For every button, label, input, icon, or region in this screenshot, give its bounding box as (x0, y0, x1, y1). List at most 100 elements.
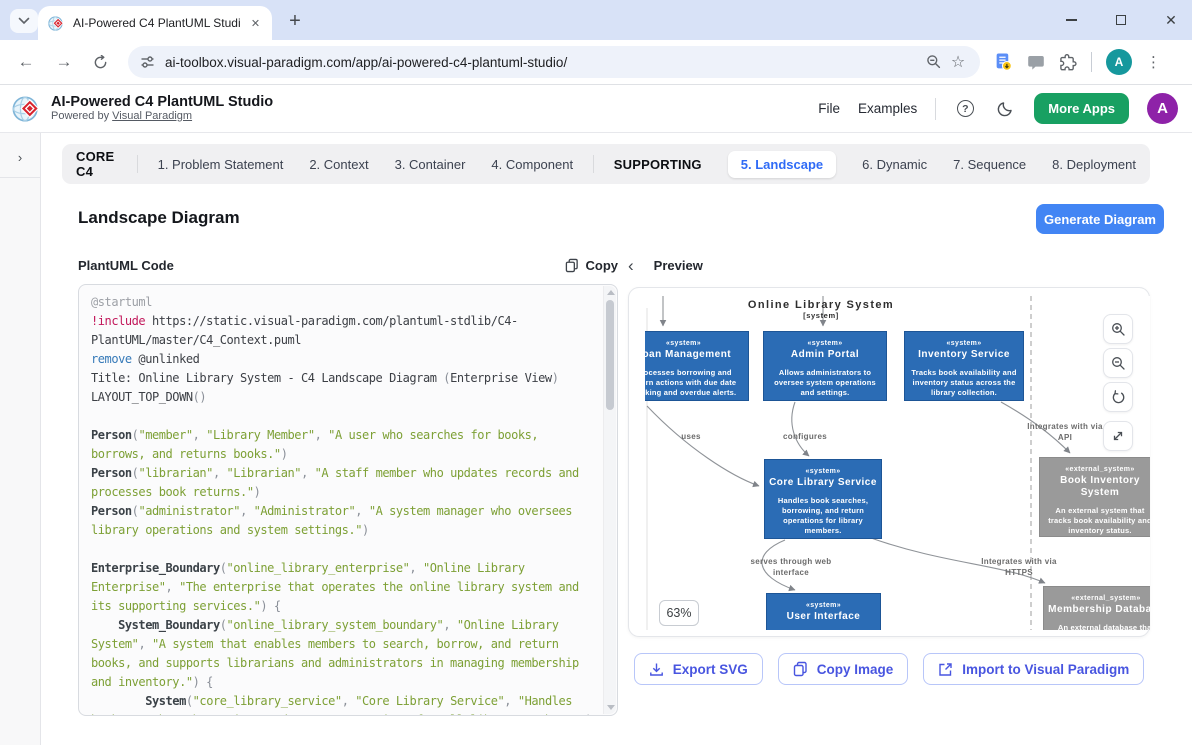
menu-file[interactable]: File (818, 101, 840, 116)
diagram-node[interactable]: «external_system»Book Inventory SystemAn… (1039, 457, 1150, 537)
code-line[interactable]: System_Boundary("online_library_system_b… (91, 616, 603, 635)
copy-icon (793, 661, 808, 677)
code-line[interactable]: Enterprise", "The enterprise that operat… (91, 578, 603, 597)
code-line[interactable]: Person("member", "Library Member", "A us… (91, 426, 603, 445)
browser-profile-avatar[interactable]: A (1106, 49, 1132, 75)
fullscreen-button[interactable] (1103, 421, 1133, 451)
help-icon: ? (957, 100, 974, 117)
diagram-viewport[interactable]: Online Library System [system] «system»L… (645, 296, 1150, 630)
extensions-puzzle-icon[interactable] (1059, 53, 1077, 71)
copy-image-button[interactable]: Copy Image (778, 653, 909, 685)
diagram-node[interactable]: «system»Loan ManagementProcesses borrowi… (645, 331, 749, 401)
window-close-button[interactable]: ✕ (1158, 7, 1184, 33)
code-line[interactable]: and inventory.") { (91, 673, 603, 692)
diagram-node[interactable]: «system»User InterfaceProvides web and m… (766, 593, 881, 630)
tab-sequence[interactable]: 7. Sequence (953, 157, 1026, 172)
browser-titlebar: AI-Powered C4 PlantUML Studi ✕ + ✕ (0, 0, 1192, 40)
menu-examples[interactable]: Examples (858, 101, 917, 116)
editor-scrollbar[interactable] (603, 286, 616, 714)
code-line[interactable]: !include https://static.visual-paradigm.… (91, 312, 603, 331)
back-button[interactable]: ← (12, 48, 40, 76)
code-line[interactable]: its supporting services.") { (91, 597, 603, 616)
site-settings-icon[interactable] (140, 55, 155, 69)
visual-paradigm-link[interactable]: Visual Paradigm (112, 110, 192, 122)
code-line[interactable]: borrows, and returns books.") (91, 445, 603, 464)
code-line[interactable]: processes book returns.") (91, 483, 603, 502)
preview-title: Preview (654, 258, 703, 273)
tab-container[interactable]: 3. Container (395, 157, 466, 172)
left-rail: › (0, 133, 41, 745)
diagram-node[interactable]: «system»Core Library ServiceHandles book… (764, 459, 882, 539)
import-to-vp-button[interactable]: Import to Visual Paradigm (923, 653, 1144, 685)
tab-search-button[interactable] (10, 9, 38, 33)
export-svg-button[interactable]: Export SVG (634, 653, 763, 685)
scrollbar-thumb[interactable] (606, 300, 614, 410)
section-tabbar: CORE C4 1. Problem Statement 2. Context … (62, 144, 1150, 184)
dark-mode-button[interactable] (994, 98, 1016, 120)
code-line[interactable]: PlantUML/master/C4_Context.puml (91, 331, 603, 350)
code-line[interactable]: Title: Online Library System - C4 Landsc… (91, 369, 603, 388)
expand-sidebar-button[interactable]: › (8, 145, 32, 169)
chevron-down-icon (18, 17, 30, 25)
code-line[interactable]: System", "A system that enables members … (91, 635, 603, 654)
tab-dynamic[interactable]: 6. Dynamic (862, 157, 927, 172)
code-line[interactable] (91, 407, 603, 426)
code-line[interactable]: library operations and system settings."… (91, 521, 603, 540)
preview-actions: Export SVG Copy Image Import to Visual P… (628, 653, 1150, 685)
scroll-down-arrow[interactable] (607, 705, 615, 710)
diagram-node[interactable]: «system»Inventory ServiceTracks book ava… (904, 331, 1024, 401)
generate-diagram-button[interactable]: Generate Diagram (1036, 204, 1164, 234)
collapse-preview-icon[interactable]: ‹ (628, 257, 634, 274)
reload-button[interactable] (86, 48, 114, 76)
url-bar[interactable]: ai-toolbox.visual-paradigm.com/app/ai-po… (128, 46, 980, 78)
forward-button[interactable]: → (50, 48, 78, 76)
zoom-out-page-icon[interactable] (922, 50, 946, 74)
code-line[interactable]: Person("librarian", "Librarian", "A staf… (91, 464, 603, 483)
url-text[interactable]: ai-toolbox.visual-paradigm.com/app/ai-po… (165, 55, 922, 70)
code-content[interactable]: @startuml!include https://static.visual-… (79, 285, 603, 715)
code-line[interactable]: books, and supports librarians and admin… (91, 654, 603, 673)
window-minimize-button[interactable] (1058, 7, 1084, 33)
more-apps-button[interactable]: More Apps (1034, 93, 1129, 124)
tab-problem-statement[interactable]: 1. Problem Statement (158, 157, 284, 172)
browser-tab[interactable]: AI-Powered C4 PlantUML Studi ✕ (38, 6, 272, 40)
code-line[interactable]: Enterprise_Boundary("online_library_ente… (91, 559, 603, 578)
copy-code-button[interactable]: Copy (565, 258, 619, 273)
diagram-node[interactable]: «external_system»Membership DatabaseAn e… (1043, 586, 1150, 630)
zoom-in-button[interactable] (1103, 314, 1133, 344)
edge-label: uses (681, 432, 700, 443)
copy-icon (565, 258, 579, 273)
zoom-out-button[interactable] (1103, 348, 1133, 378)
tab-close-icon[interactable]: ✕ (247, 15, 264, 32)
diagram-boundary-title: Online Library System [system] (748, 299, 894, 320)
user-avatar[interactable]: A (1147, 93, 1178, 124)
comment-bubble-icon[interactable] (1027, 54, 1045, 71)
zoom-in-icon (1111, 322, 1126, 337)
reset-view-button[interactable] (1103, 382, 1133, 412)
tab-landscape[interactable]: 5. Landscape (728, 151, 836, 178)
expand-icon (1111, 429, 1125, 443)
code-line[interactable] (91, 540, 603, 559)
code-editor[interactable]: @startuml!include https://static.visual-… (78, 284, 618, 716)
diagram-node[interactable]: «system»Admin PortalAllows administrator… (763, 331, 887, 401)
code-line[interactable]: remove @unlinked (91, 350, 603, 369)
scroll-up-arrow[interactable] (607, 290, 615, 295)
help-button[interactable]: ? (954, 98, 976, 120)
code-line[interactable]: book searches, borrowing, and return ope… (91, 711, 603, 715)
code-line[interactable]: @startuml (91, 293, 603, 312)
code-line[interactable]: System("core_library_service", "Core Lib… (91, 692, 603, 711)
code-line[interactable]: LAYOUT_TOP_DOWN() (91, 388, 603, 407)
tab-deployment[interactable]: 8. Deployment (1052, 157, 1136, 172)
new-tab-button[interactable]: + (282, 8, 308, 34)
browser-menu-icon[interactable]: ⋮ (1146, 53, 1161, 71)
browser-toolbar: ← → ai-toolbox.visual-paradigm.com/app/a… (0, 40, 1192, 85)
code-line[interactable]: Person("administrator", "Administrator",… (91, 502, 603, 521)
tab-component[interactable]: 4. Component (491, 157, 573, 172)
tab-context[interactable]: 2. Context (309, 157, 368, 172)
header-separator (935, 98, 936, 120)
docs-offline-icon[interactable] (994, 53, 1013, 71)
bookmark-star-icon[interactable]: ☆ (946, 50, 970, 74)
reload-icon (93, 55, 108, 70)
app-header: AI-Powered C4 PlantUML Studio Powered by… (0, 85, 1192, 133)
window-maximize-button[interactable] (1108, 7, 1134, 33)
